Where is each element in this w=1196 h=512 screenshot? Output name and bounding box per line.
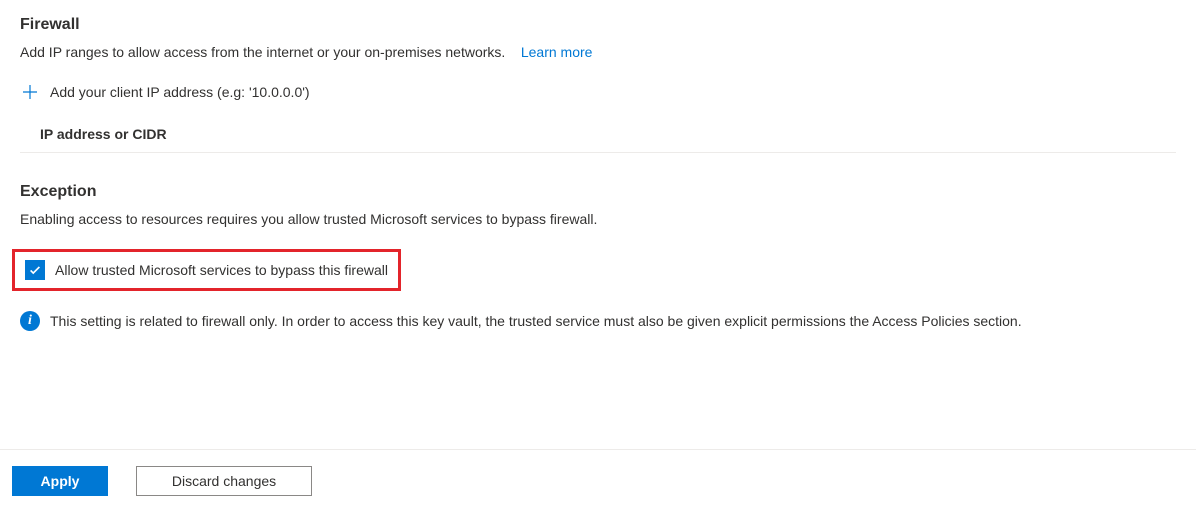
plus-icon (20, 84, 40, 100)
firewall-heading: Firewall (20, 16, 1176, 34)
ip-table-header: IP address or CIDR (20, 114, 1176, 153)
exception-heading: Exception (20, 183, 1176, 201)
firewall-section: Firewall Add IP ranges to allow access f… (0, 0, 1196, 153)
info-icon: i (20, 311, 40, 331)
firewall-description: Add IP ranges to allow access from the i… (20, 44, 1176, 60)
info-text: This setting is related to firewall only… (50, 313, 1022, 329)
button-bar: Apply Discard changes (0, 449, 1196, 496)
learn-more-link[interactable]: Learn more (521, 44, 593, 60)
add-client-ip-button[interactable]: Add your client IP address (e.g: '10.0.0… (20, 74, 1176, 110)
apply-button[interactable]: Apply (12, 466, 108, 496)
allow-trusted-services-label: Allow trusted Microsoft services to bypa… (55, 262, 388, 278)
allow-trusted-services-row: Allow trusted Microsoft services to bypa… (25, 260, 388, 280)
highlighted-checkbox-region: Allow trusted Microsoft services to bypa… (12, 249, 401, 291)
info-message: i This setting is related to firewall on… (0, 311, 1196, 331)
exception-description: Enabling access to resources requires yo… (20, 211, 1176, 227)
allow-trusted-services-checkbox[interactable] (25, 260, 45, 280)
firewall-description-text: Add IP ranges to allow access from the i… (20, 44, 505, 60)
exception-section: Exception Enabling access to resources r… (0, 153, 1196, 291)
add-client-ip-label: Add your client IP address (e.g: '10.0.0… (50, 84, 310, 100)
discard-changes-button[interactable]: Discard changes (136, 466, 312, 496)
